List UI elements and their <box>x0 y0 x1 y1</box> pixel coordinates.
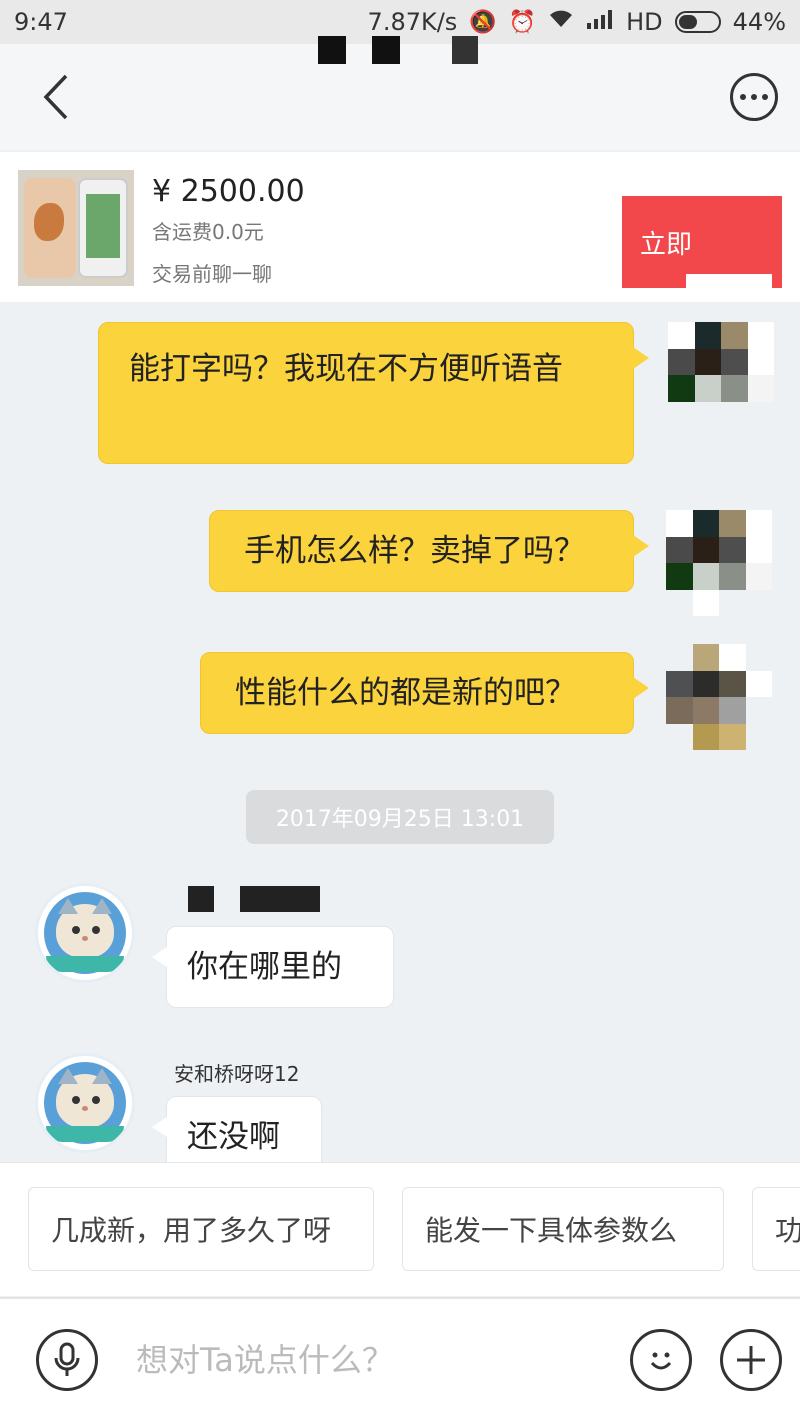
message-input-bar <box>0 1297 800 1422</box>
battery-percent: 44% <box>732 8 786 36</box>
back-button[interactable] <box>30 67 80 127</box>
message-text: 性能什么的都是新的吧？ <box>235 675 576 711</box>
message-bubble-outgoing[interactable]: 手机怎么样？卖掉了吗？ <box>209 510 649 592</box>
network-speed: 7.87K/s <box>367 8 458 36</box>
message-text: 能打字吗？我现在不方便听语音 <box>129 351 563 387</box>
buy-now-label: 立即 <box>640 229 693 260</box>
seller-avatar[interactable] <box>38 886 132 980</box>
product-card[interactable]: ¥ 2500.00 含运费0.0元 交易前聊一聊 立即 <box>0 152 800 302</box>
quick-reply-bar: 几成新，用了多久了呀 能发一下具体参数么 功 <box>0 1162 800 1296</box>
message-text: 你在哪里的 <box>187 949 342 985</box>
status-time: 9:47 <box>14 8 68 36</box>
emoji-button[interactable] <box>630 1329 692 1391</box>
my-avatar[interactable] <box>666 644 772 750</box>
more-dots-icon <box>740 94 746 100</box>
microphone-icon <box>54 1342 80 1376</box>
signal-icon <box>586 9 614 35</box>
quick-reply-label: 能发一下具体参数么 <box>425 1214 678 1247</box>
timestamp-text: 2017年09月25日 13:01 <box>275 807 525 832</box>
product-price: ¥ 2500.00 <box>152 174 305 209</box>
message-input[interactable] <box>134 1329 608 1391</box>
sender-name: 安和桥呀呀12 <box>174 1062 300 1086</box>
mute-icon: 🔕 <box>469 9 497 35</box>
message-text: 手机怎么样？卖掉了吗？ <box>244 533 585 569</box>
wifi-icon <box>548 9 574 35</box>
message-bubble-outgoing[interactable]: 能打字吗？我现在不方便听语音 <box>98 322 649 464</box>
quick-reply-chip[interactable]: 几成新，用了多久了呀 <box>28 1187 374 1271</box>
chat-title-redacted <box>318 36 478 66</box>
chat-note: 交易前聊一聊 <box>152 262 272 286</box>
quick-reply-label: 功 <box>775 1209 800 1249</box>
alarm-icon: ⏰ <box>508 9 537 35</box>
message-bubble-incoming[interactable]: 你在哪里的 <box>152 926 394 1008</box>
shipping-info: 含运费0.0元 <box>152 220 264 244</box>
my-avatar[interactable] <box>668 322 774 428</box>
voice-button[interactable] <box>36 1329 98 1391</box>
quick-reply-chip[interactable]: 功 <box>752 1187 800 1271</box>
status-indicators: 7.87K/s 🔕 ⏰ HD 44% <box>368 8 786 36</box>
battery-icon <box>674 11 721 33</box>
my-avatar[interactable] <box>666 510 772 616</box>
network-type: HD <box>626 8 663 36</box>
timestamp-divider: 2017年09月25日 13:01 <box>246 790 554 844</box>
sender-name-redacted <box>240 886 320 912</box>
sender-name-redacted <box>188 886 214 912</box>
back-chevron-icon <box>43 74 68 120</box>
product-thumbnail[interactable] <box>18 170 134 286</box>
seller-avatar[interactable] <box>38 1056 132 1150</box>
smiley-icon <box>650 1352 672 1370</box>
plus-icon <box>737 1346 765 1374</box>
quick-reply-label: 几成新，用了多久了呀 <box>51 1214 332 1247</box>
buy-now-button[interactable]: 立即 <box>622 196 782 292</box>
more-button[interactable] <box>730 73 778 121</box>
add-button[interactable] <box>720 1329 782 1391</box>
quick-reply-chip[interactable]: 能发一下具体参数么 <box>402 1187 724 1271</box>
message-bubble-outgoing[interactable]: 性能什么的都是新的吧？ <box>200 652 649 734</box>
message-text: 还没啊 <box>187 1119 280 1155</box>
